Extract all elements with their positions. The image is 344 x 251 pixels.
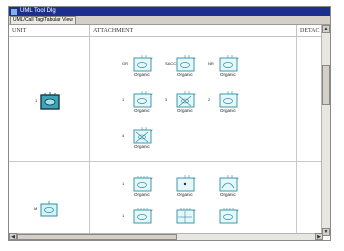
scroll-down-button[interactable]: ▼ [322,228,330,236]
attachment-symbol[interactable]: 4 v Organic [122,127,164,151]
attachment-label: Organic [177,72,193,77]
unit-box-icon [40,201,58,217]
attachment-prefix: GR [122,61,128,66]
attachment-symbol[interactable]: 1v [122,207,164,231]
window-title: UML Tool Dlg [20,8,56,14]
attachment-label: Organic [220,192,236,197]
column-header-attachment[interactable]: ATTACHMENT [90,25,297,37]
unit-box-icon [40,92,60,110]
vertical-scrollbar[interactable]: ▲ ▼ [321,25,330,236]
unit-symbol[interactable]: M [34,201,60,226]
vertical-scroll-thumb[interactable] [322,65,330,105]
detach-cell[interactable] [297,37,322,162]
svg-text:v: v [151,176,153,180]
attachment-symbol[interactable]: v Organic [208,175,250,199]
attachment-label: Organic [134,144,150,149]
attachment-label: Organic [220,72,236,77]
attachment-symbol[interactable]: SACCH v Organic [165,55,207,79]
svg-text:v: v [151,208,153,212]
tabular-grid: UNIT ATTACHMENT DETAC 1 M GR v Organic S… [9,25,322,236]
column-header-detach[interactable]: DETAC [297,25,322,37]
svg-text:v: v [194,56,196,60]
svg-text:v: v [194,208,196,212]
horizontal-scrollbar[interactable]: ◀ ▶ [9,233,323,240]
attachment-label: Organic [220,108,236,113]
scroll-up-button[interactable]: ▲ [322,25,330,33]
attachment-prefix: 2 [208,97,211,102]
unit-symbol[interactable]: 1 [35,91,61,116]
attachment-prefix: 3 [165,97,168,102]
column-header-unit[interactable]: UNIT [9,25,90,37]
attachment-label: Organic [134,108,150,113]
attachment-symbol[interactable]: 3 v Organic [165,91,207,115]
svg-text:v: v [151,128,153,132]
app-icon [11,8,17,15]
attachment-prefix: 4 [122,133,125,138]
attachment-prefix: 1 [122,181,125,186]
unit-prefix: M [34,206,38,211]
horizontal-scroll-thumb[interactable] [17,234,177,240]
scroll-right-button[interactable]: ▶ [315,233,323,240]
attachment-symbol[interactable]: 1 v Organic [122,91,164,115]
attachment-symbol[interactable]: GR v Organic [122,55,164,79]
attachment-symbol[interactable]: v [165,207,207,231]
attachment-symbol[interactable]: 1 v Organic [122,175,164,199]
attachment-symbol[interactable]: 2 v Organic [208,91,250,115]
svg-text:v: v [237,92,239,96]
svg-text:v: v [237,56,239,60]
svg-text:v: v [151,56,153,60]
tab-bar: UML/Call Tag/Tabular View [9,16,330,25]
svg-text:v: v [194,176,196,180]
attachment-symbol[interactable]: NR v Organic [208,55,250,79]
attachment-prefix: NR [208,61,214,66]
svg-text:v: v [237,176,239,180]
scroll-left-button[interactable]: ◀ [9,233,17,240]
attachment-label: Organic [177,192,193,197]
uml-tool-window: UML Tool Dlg UML/Call Tag/Tabular View U… [8,6,331,241]
attachment-symbol[interactable]: v Organic [165,175,207,199]
title-bar[interactable]: UML Tool Dlg [9,7,330,16]
unit-prefix: 1 [35,98,38,103]
svg-text:v: v [237,208,239,212]
svg-text:v: v [194,92,196,96]
attachment-label: Organic [134,192,150,197]
svg-text:v: v [151,92,153,96]
attachment-symbol[interactable]: v [208,207,250,231]
attachment-prefix: 1 [122,97,125,102]
attachment-label: Organic [177,108,193,113]
attachment-prefix: 1 [122,213,125,218]
tab-tabular-view[interactable]: UML/Call Tag/Tabular View [10,16,76,24]
attachment-label: Organic [134,72,150,77]
detach-cell[interactable] [297,162,322,236]
